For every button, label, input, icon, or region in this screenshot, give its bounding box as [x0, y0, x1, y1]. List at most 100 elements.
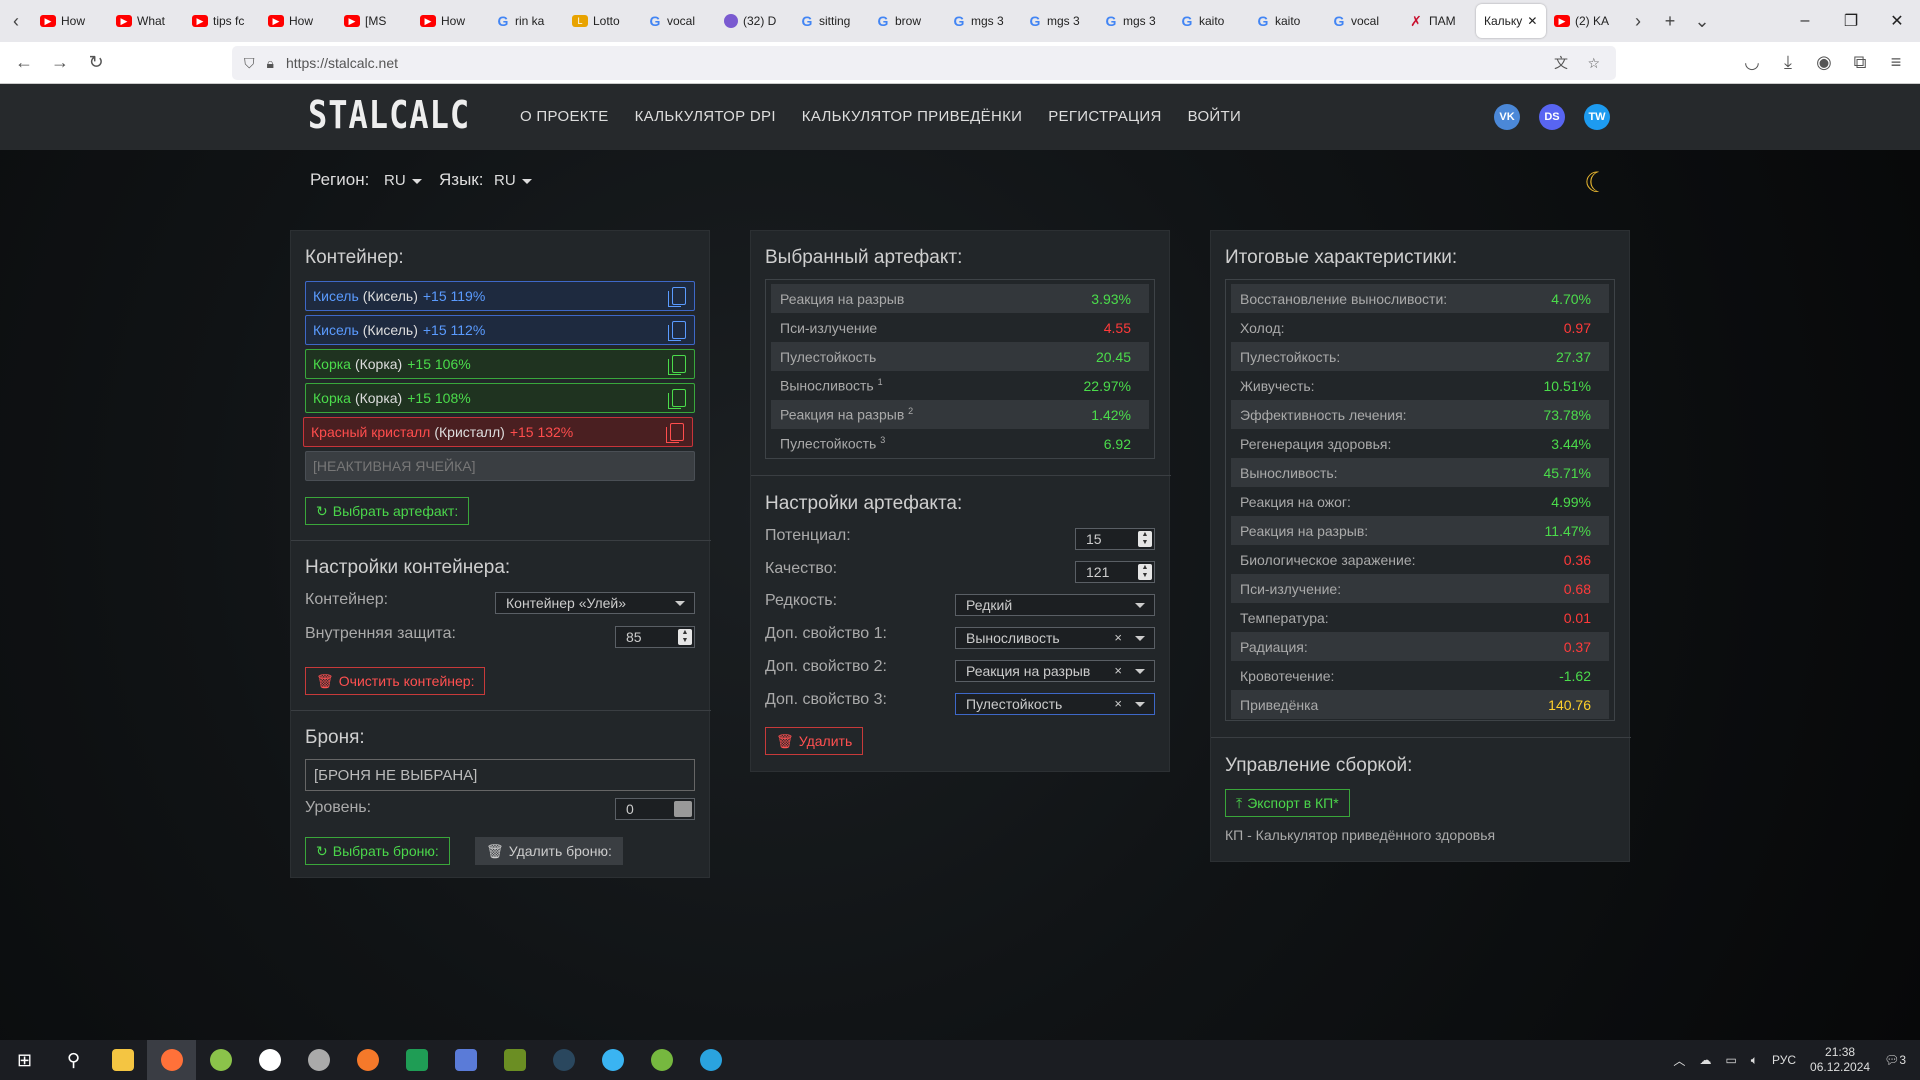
- clear-x-icon[interactable]: ×: [1114, 663, 1122, 678]
- container-slot-1[interactable]: Кисель (Кисель) +15 119%: [305, 281, 695, 311]
- discord-icon[interactable]: DS: [1539, 104, 1565, 130]
- cloud-icon[interactable]: ☁: [1699, 1053, 1711, 1067]
- close-tab-icon[interactable]: ✕: [1527, 14, 1537, 28]
- browser-tab[interactable]: Gmgs 3: [1020, 4, 1096, 38]
- clock[interactable]: 21:38 06.12.2024: [1810, 1045, 1870, 1075]
- potential-input[interactable]: 15 ▲ ▼: [1075, 528, 1155, 550]
- copy-icon[interactable]: [666, 423, 684, 443]
- tab-scroll-right-icon[interactable]: ›: [1622, 11, 1654, 32]
- export-button[interactable]: ⤒ Экспорт в КП*: [1225, 789, 1350, 817]
- copy-icon[interactable]: [668, 321, 686, 341]
- menu-item-dpi[interactable]: КАЛЬКУЛЯТОР DPI: [635, 108, 776, 125]
- search-icon[interactable]: ⚲: [49, 1040, 98, 1080]
- select-artifact-button[interactable]: ↻ Выбрать артефакт:: [305, 497, 470, 525]
- browser-tab[interactable]: ▶ (2) KA: [1546, 4, 1622, 38]
- app-icon-green[interactable]: [196, 1040, 245, 1080]
- blender-icon[interactable]: [343, 1040, 392, 1080]
- word-icon[interactable]: [245, 1040, 294, 1080]
- tray-chevron-up-icon[interactable]: ︿: [1673, 1052, 1685, 1069]
- notification-icon[interactable]: 💬︎3: [1884, 1053, 1906, 1067]
- minecraft-icon[interactable]: [490, 1040, 539, 1080]
- browser-tab[interactable]: ▶ How: [260, 4, 336, 38]
- twitter-icon[interactable]: TW: [1584, 104, 1610, 130]
- browser-tab[interactable]: ▶ tips fc: [184, 4, 260, 38]
- menu-item-register[interactable]: РЕГИСТРАЦИЯ: [1048, 108, 1161, 125]
- armor-level-input[interactable]: 0: [615, 798, 695, 820]
- container-slot-3[interactable]: Корка (Корка) +15 106%: [305, 349, 695, 379]
- extra-prop-1-select[interactable]: Выносливость ×: [955, 627, 1155, 649]
- quality-input[interactable]: 121 ▲ ▼: [1075, 561, 1155, 583]
- container-slot-2[interactable]: Кисель (Кисель) +15 112%: [305, 315, 695, 345]
- network-icon[interactable]: ▭: [1725, 1053, 1736, 1067]
- url-field[interactable]: ⛉ 🔒︎ https://stalcalc.net 文 ☆: [232, 46, 1616, 80]
- armor-field[interactable]: [БРОНЯ НЕ ВЫБРАНА]: [305, 759, 695, 791]
- menu-item-effective-hp[interactable]: КАЛЬКУЛЯТОР ПРИВЕДЁНКИ: [802, 108, 1022, 125]
- reload-icon[interactable]: ↻: [78, 52, 114, 73]
- shield-icon[interactable]: ⛉: [244, 55, 255, 72]
- browser-tab[interactable]: (32) D: [716, 4, 792, 38]
- container-type-select[interactable]: Контейнер «Улей»: [495, 592, 695, 614]
- bookmark-star-icon[interactable]: ☆: [1587, 55, 1600, 72]
- language-select[interactable]: RU: [494, 172, 532, 189]
- moon-icon[interactable]: ☾: [1584, 166, 1609, 199]
- app-icon-fish[interactable]: [588, 1040, 637, 1080]
- lock-icon[interactable]: 🔒︎: [267, 55, 274, 72]
- vk-icon[interactable]: VK: [1494, 104, 1520, 130]
- menu-icon[interactable]: ≡: [1878, 52, 1914, 73]
- browser-tab[interactable]: ▶ How: [412, 4, 488, 38]
- clear-x-icon[interactable]: ×: [1114, 696, 1122, 711]
- site-logo[interactable]: STALCALC: [308, 92, 470, 138]
- spinner-icon[interactable]: ▲ ▼: [678, 629, 692, 645]
- browser-tab[interactable]: ▶ What: [108, 4, 184, 38]
- telegram-icon[interactable]: [686, 1040, 735, 1080]
- spinner-icon[interactable]: ▲ ▼: [1138, 531, 1152, 547]
- steam-icon[interactable]: [539, 1040, 588, 1080]
- delete-armor-button[interactable]: 🗑︎ Удалить броню:: [475, 837, 623, 865]
- copy-icon[interactable]: [668, 389, 686, 409]
- clear-container-button[interactable]: 🗑︎ Очистить контейнер:: [305, 667, 486, 695]
- back-arrow-icon[interactable]: ←: [6, 52, 42, 73]
- clear-x-icon[interactable]: ×: [1114, 630, 1122, 645]
- close-window-button[interactable]: ✕: [1874, 0, 1920, 42]
- app-icon-grey[interactable]: [294, 1040, 343, 1080]
- minimize-button[interactable]: –: [1782, 0, 1828, 42]
- tab-list-chevron-down-icon[interactable]: ⌄: [1686, 11, 1718, 32]
- select-armor-button[interactable]: ↻ Выбрать броню:: [305, 837, 450, 865]
- firefox-icon[interactable]: [147, 1040, 196, 1080]
- browser-tab[interactable]: Gkaito: [1248, 4, 1324, 38]
- browser-tab[interactable]: Gbrow: [868, 4, 944, 38]
- translate-icon[interactable]: 文: [1554, 53, 1568, 73]
- input-language[interactable]: РУС: [1772, 1053, 1796, 1067]
- account-icon[interactable]: ◉: [1806, 52, 1842, 73]
- utorrent-icon[interactable]: [637, 1040, 686, 1080]
- browser-tab[interactable]: ✗ ПАМ: [1400, 4, 1476, 38]
- excel-icon[interactable]: [392, 1040, 441, 1080]
- container-slot-4[interactable]: Корка (Корка) +15 108%: [305, 383, 695, 413]
- browser-tab[interactable]: Gkaito: [1172, 4, 1248, 38]
- browser-tab[interactable]: Gmgs 3: [944, 4, 1020, 38]
- volume-icon[interactable]: 🔈︎: [1751, 1053, 1758, 1068]
- browser-tab[interactable]: ▶ [MS: [336, 4, 412, 38]
- extra-prop-3-select[interactable]: Пулестойкость ×: [955, 693, 1155, 715]
- copy-icon[interactable]: [668, 355, 686, 375]
- forward-arrow-icon[interactable]: →: [42, 52, 78, 73]
- region-select[interactable]: RU: [384, 172, 422, 189]
- browser-tab[interactable]: Gvocal: [1324, 4, 1400, 38]
- browser-tab[interactable]: Grin ka: [488, 4, 564, 38]
- delete-artifact-button[interactable]: 🗑︎ Удалить: [765, 727, 864, 755]
- download-icon[interactable]: ⤓: [1770, 52, 1806, 73]
- restore-button[interactable]: ❐: [1828, 0, 1874, 42]
- extensions-icon[interactable]: ⧉: [1842, 52, 1878, 73]
- extra-prop-2-select[interactable]: Реакция на разрыв ×: [955, 660, 1155, 682]
- browser-tab[interactable]: Кальку ✕: [1476, 4, 1546, 38]
- app-icon-blue[interactable]: [441, 1040, 490, 1080]
- file-explorer-icon[interactable]: [98, 1040, 147, 1080]
- browser-tab[interactable]: ▶ How: [32, 4, 108, 38]
- browser-tab[interactable]: Gsitting: [792, 4, 868, 38]
- rarity-select[interactable]: Редкий: [955, 594, 1155, 616]
- spinner-icon[interactable]: [674, 801, 692, 817]
- menu-item-login[interactable]: ВОЙТИ: [1188, 108, 1241, 125]
- browser-tab[interactable]: Gvocal: [640, 4, 716, 38]
- copy-icon[interactable]: [668, 287, 686, 307]
- pocket-icon[interactable]: ◡: [1734, 52, 1770, 73]
